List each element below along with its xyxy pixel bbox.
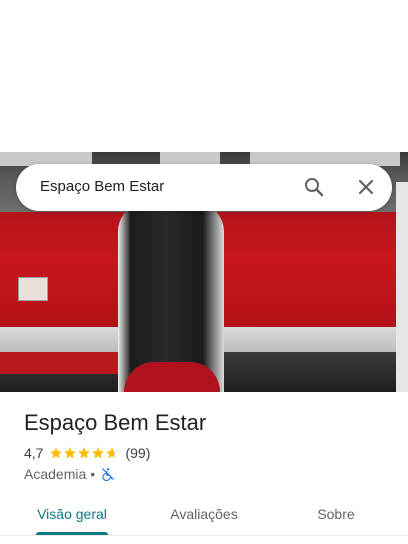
tab-overview[interactable]: Visão geral bbox=[20, 492, 124, 536]
photo-light-switch bbox=[18, 277, 48, 301]
tab-about[interactable]: Sobre bbox=[284, 492, 388, 536]
review-count[interactable]: (99) bbox=[125, 445, 150, 461]
category-row: Academia • bbox=[24, 465, 115, 483]
star-icon bbox=[78, 447, 91, 459]
separator-dot: • bbox=[90, 466, 96, 482]
tab-reviews[interactable]: Avaliações bbox=[152, 492, 256, 536]
search-icon[interactable] bbox=[302, 175, 326, 199]
place-category: Academia bbox=[24, 466, 87, 482]
wheelchair-not-accessible-icon bbox=[102, 468, 115, 481]
photo-floor-strip bbox=[0, 352, 120, 374]
photo-pole bbox=[396, 182, 408, 392]
close-icon[interactable] bbox=[354, 175, 378, 199]
star-half-icon bbox=[106, 447, 119, 459]
place-tabs: Visão geral Avaliações Sobre bbox=[0, 492, 408, 536]
rating-row[interactable]: 4,7 (99) bbox=[24, 444, 150, 462]
photo-bench-seat bbox=[124, 362, 220, 392]
search-bar[interactable]: Espaço Bem Estar bbox=[16, 164, 392, 211]
search-input[interactable]: Espaço Bem Estar bbox=[40, 178, 164, 195]
star-rating bbox=[49, 446, 119, 460]
star-icon bbox=[92, 447, 105, 459]
place-title: Espaço Bem Estar bbox=[24, 410, 207, 435]
star-icon bbox=[64, 447, 77, 459]
rating-value: 4,7 bbox=[24, 445, 44, 461]
star-icon bbox=[50, 447, 63, 459]
tabs-divider bbox=[0, 535, 408, 536]
